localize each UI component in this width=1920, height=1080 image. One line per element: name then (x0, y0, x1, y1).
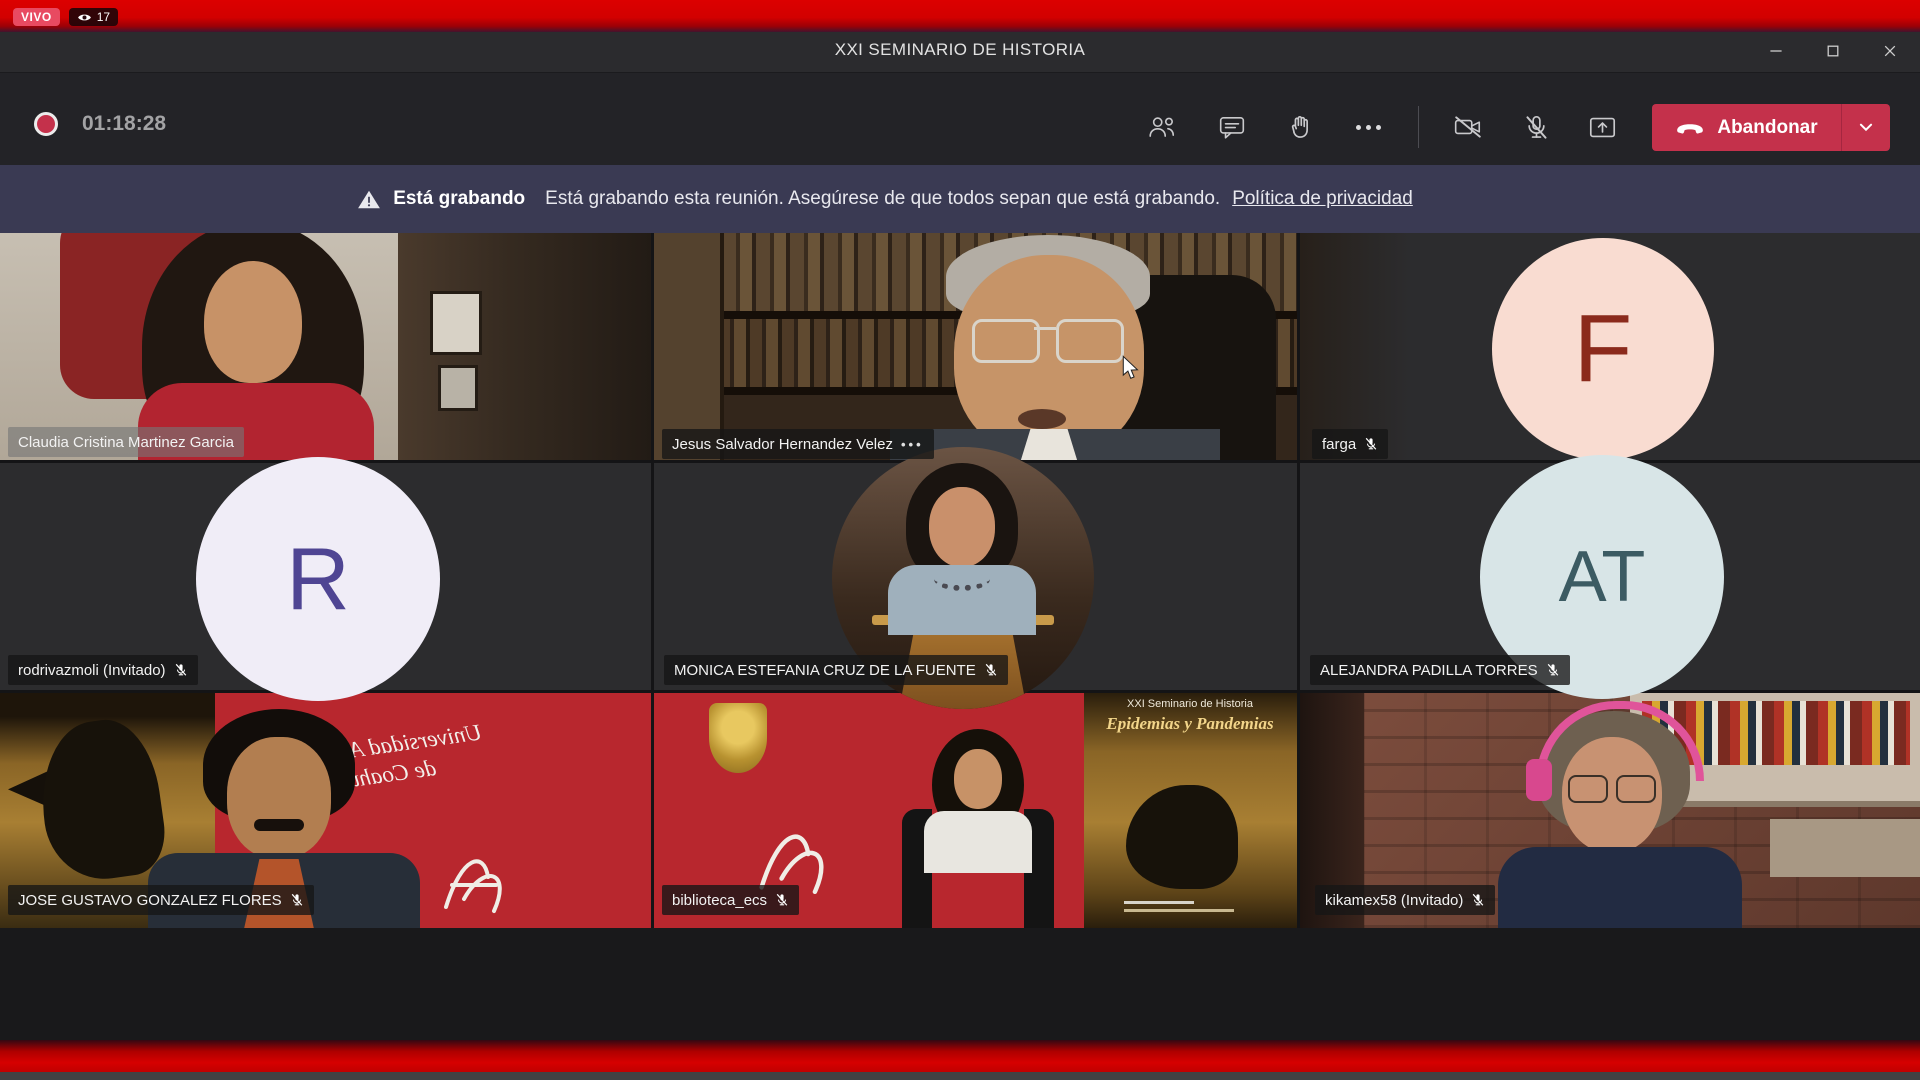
live-badge: VIVO (13, 8, 60, 26)
person-face (204, 261, 302, 383)
person-mouth (1018, 409, 1066, 429)
muted-mic-icon (984, 663, 998, 677)
person-moustache (254, 819, 304, 831)
participant-name-label: Jesus Salvador Hernandez Velez ••• (662, 429, 934, 459)
video-tile-jesus[interactable] (654, 233, 1297, 460)
video-grid: F Universidad Autónoma de Coahuila (0, 0, 1920, 1080)
person-torso (1498, 847, 1742, 928)
live-stream-top-bar (0, 0, 1920, 32)
live-stream-bottom-bar (0, 1040, 1920, 1072)
necklace (934, 567, 990, 591)
viewer-count-badge: 17 (69, 8, 118, 26)
jesus-video (654, 233, 1297, 460)
muted-mic-icon (290, 893, 304, 907)
poster-subtitle: Epidemias y Pandemias (1090, 715, 1290, 733)
participant-name-label: biblioteca_ecs (662, 885, 799, 915)
shelf (1770, 819, 1920, 877)
video-tile-claudia[interactable] (0, 233, 651, 460)
claudia-video (0, 233, 651, 460)
muted-mic-icon (1364, 437, 1378, 451)
viewer-count: 17 (97, 10, 110, 24)
poster-title: XXI Seminario de Historia (1090, 698, 1290, 710)
participant-name-label: MONICA ESTEFANIA CRUZ DE LA FUENTE (664, 655, 1008, 685)
video-tile-farga[interactable]: F (1300, 233, 1920, 460)
person-blouse (924, 811, 1032, 873)
avatar-initial-f: F (1492, 238, 1714, 460)
person-face (929, 487, 995, 567)
eyeglasses (970, 319, 1126, 361)
picture-frame (430, 291, 482, 355)
window-bottom-edge (0, 1072, 1920, 1080)
person-face (954, 749, 1002, 809)
university-crest (709, 703, 767, 773)
muted-mic-icon (1546, 663, 1560, 677)
participant-name-label: JOSE GUSTAVO GONZALEZ FLORES (8, 885, 314, 915)
muted-mic-icon (775, 893, 789, 907)
participant-name-label: rodrivazmoli (Invitado) (8, 655, 198, 685)
teams-meeting-window: VIVO 17 XXI SEMINARIO DE HISTORIA 01:18:… (0, 0, 1920, 1080)
person-face (227, 737, 331, 859)
eye-icon (77, 12, 92, 23)
script-logo (432, 841, 522, 921)
avatar-initial-r: R (196, 457, 440, 701)
headphone-earcup (1526, 759, 1552, 801)
participant-name-label: ALEJANDRA PADILLA TORRES (1310, 655, 1570, 685)
participant-name-label: kikamex58 (Invitado) (1315, 885, 1495, 915)
poster-caption-line (1124, 901, 1194, 904)
participant-name-label: Claudia Cristina Martinez Garcia (8, 427, 244, 457)
dim-room-edge (1300, 233, 1410, 460)
muted-mic-icon (174, 663, 188, 677)
poster-caption-line (1124, 909, 1234, 912)
participant-name-label: farga (1312, 429, 1388, 459)
muted-mic-icon (1471, 893, 1485, 907)
wood-panel (654, 233, 724, 460)
live-stream-badges: VIVO 17 (13, 8, 118, 26)
mouse-cursor (1122, 355, 1140, 381)
picture-frame (438, 365, 478, 411)
eyeglasses (1568, 775, 1656, 801)
ellipsis-icon: ••• (901, 437, 924, 452)
participants-strip: +36 GF AM DO RL (0, 928, 1920, 1040)
